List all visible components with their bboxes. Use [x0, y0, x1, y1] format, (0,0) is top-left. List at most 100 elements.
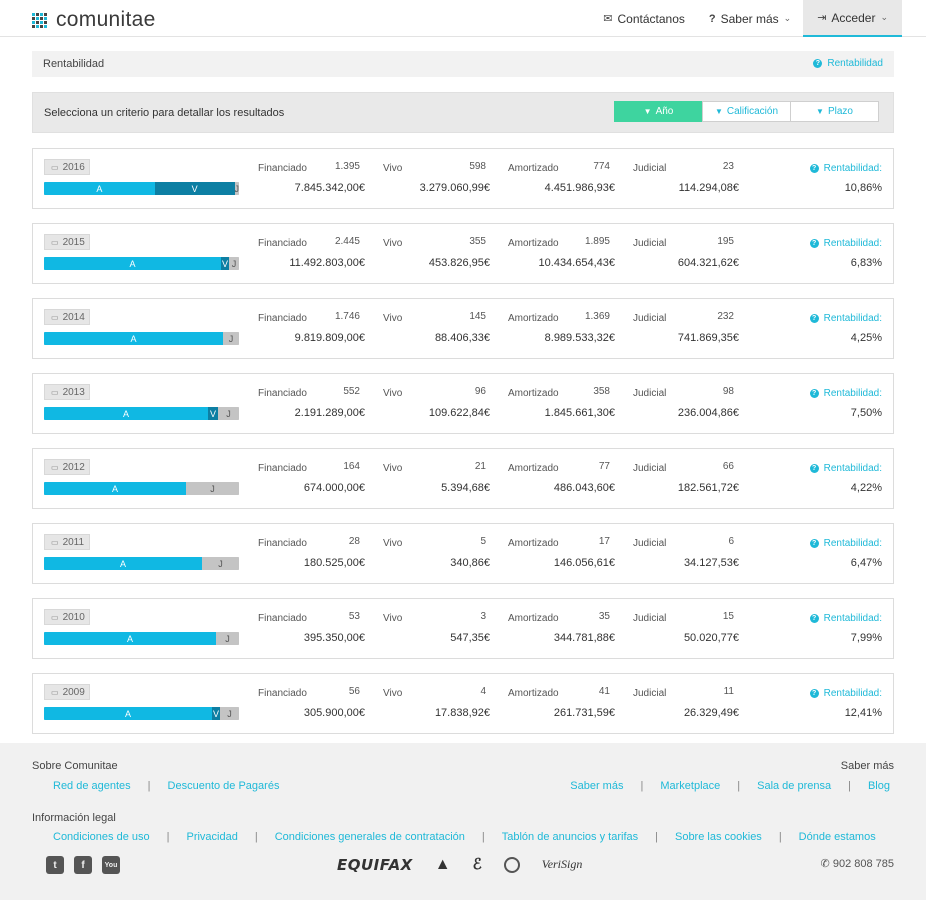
question-circle-icon: ? [809, 389, 819, 398]
footer-link-blog[interactable]: Blog [868, 780, 890, 792]
status-bar: AVJ [44, 707, 239, 720]
year-label: 2012 [62, 461, 85, 473]
criteria-plazo-button[interactable]: ▼ Plazo [790, 101, 879, 122]
rentabilidad-value: 12,41% [844, 707, 882, 719]
footer-legal-links: Condiciones de uso | Privacidad | Condic… [53, 831, 876, 843]
amortizado-amount: 486.043,60€ [553, 482, 615, 494]
footer-link-marketplace[interactable]: Marketplace [660, 780, 720, 792]
rentabilidad-link[interactable]: ? Rentabilidad: [809, 388, 882, 399]
status-bar: AVJ [44, 182, 239, 195]
footer-saber-links: Saber más | Marketplace | Sala de prensa… [570, 780, 890, 792]
rentabilidad-link[interactable]: ? Rentabilidad: [809, 313, 882, 324]
nav-contactanos[interactable]: ✉ Contáctanos [591, 0, 697, 37]
bar-segment-vivo: V [154, 182, 235, 195]
rentabilidad-link[interactable]: ? Rentabilidad: [809, 613, 882, 624]
footer-legal-heading: Información legal [32, 812, 116, 824]
year-card[interactable]: ▭ 2013 A V J Financiado 552 2.191.289,00€ Vivo 96… [32, 373, 894, 434]
footer-link-descuento-pagares[interactable]: Descuento de Pagarés [168, 780, 280, 792]
financiado-amount: 2.191.289,00€ [294, 407, 365, 419]
financiado-count: 56 [348, 686, 360, 697]
vivo-amount: 340,86€ [450, 557, 490, 569]
comunitae-logo[interactable]: comunitae [32, 8, 156, 32]
criteria-ano-button[interactable]: ▼ Año [614, 101, 703, 122]
vivo-label: Vivo [383, 463, 403, 474]
rentabilidad-value: 4,22% [850, 482, 882, 494]
question-circle-icon: ? [809, 464, 819, 473]
vivo-label: Vivo [383, 163, 403, 174]
year-tag: ▭ 2011 [44, 534, 90, 550]
nav-saber-mas[interactable]: ? Saber más ⌄ [697, 0, 803, 37]
rentabilidad-link[interactable]: ? Rentabilidad: [809, 463, 882, 474]
judicial-label: Judicial [633, 313, 667, 324]
nav-acceder[interactable]: ⇥ Acceder ⌄ [803, 0, 902, 37]
judicial-label: Judicial [633, 688, 667, 699]
footer-link-donde-estamos[interactable]: Dónde estamos [799, 831, 876, 843]
triangle-logo-icon: ▲ [434, 855, 451, 873]
judicial-count: 66 [722, 461, 734, 472]
sign-in-icon: ⇥ [817, 12, 827, 24]
judicial-label: Judicial [633, 388, 667, 399]
amortizado-count: 35 [598, 611, 610, 622]
year-card[interactable]: ▭ 2010 A J Financiado 53 395.350,00€ Vivo 3 547,3… [32, 598, 894, 659]
amortizado-count: 1.369 [584, 311, 610, 322]
year-card[interactable]: ▭ 2015 A V J Financiado 2.445 11.492.803,00€ Viv… [32, 223, 894, 284]
year-card[interactable]: ▭ 2011 A J Financiado 28 180.525,00€ Vivo 5 340,8… [32, 523, 894, 584]
financiado-count: 552 [343, 386, 360, 397]
criteria-segmented-control: ▼ Año ▼ Calificación ▼ Plazo [614, 101, 879, 122]
rentabilidad-value: 4,25% [850, 332, 882, 344]
vivo-label: Vivo [383, 238, 403, 249]
bar-segment-amortizado: A [44, 407, 208, 420]
vivo-amount: 3.279.060,99€ [419, 182, 490, 194]
amortizado-amount: 1.845.661,30€ [544, 407, 615, 419]
calendar-icon: ▭ [51, 687, 59, 697]
rentabilidad-link[interactable]: ? Rentabilidad: [809, 238, 882, 249]
year-card[interactable]: ▭ 2014 A J Financiado 1.746 9.819.809,00€ Vivo 1… [32, 298, 894, 359]
year-tag: ▭ 2015 [44, 234, 90, 250]
rentabilidad-help-link[interactable]: ? Rentabilidad [813, 58, 883, 69]
rentabilidad-link[interactable]: ? Rentabilidad: [809, 538, 882, 549]
rentabilidad-label: Rentabilidad: [823, 238, 882, 249]
year-card[interactable]: ▭ 2009 A V J Financiado 56 305.900,00€ Vivo 4 17.8… [32, 673, 894, 734]
equifax-logo: EQUIFAX [337, 855, 413, 874]
status-bar: AVJ [44, 407, 239, 420]
footer-link-condiciones-uso[interactable]: Condiciones de uso [53, 831, 150, 843]
amortizado-label: Amortizado [508, 463, 559, 474]
year-card[interactable]: ▭ 2012 A J Financiado 164 674.000,00€ Vivo 21 5.3… [32, 448, 894, 509]
criteria-calificacion-button[interactable]: ▼ Calificación [702, 101, 791, 122]
e-seal-logo-icon: ℰ [472, 857, 482, 873]
amortizado-label: Amortizado [508, 613, 559, 624]
footer-link-condiciones-contratacion[interactable]: Condiciones generales de contratación [275, 831, 465, 843]
youtube-icon[interactable]: You [102, 856, 120, 874]
vivo-label: Vivo [383, 388, 403, 399]
criteria-bar: Selecciona un criterio para detallar los… [32, 92, 894, 133]
footer-link-tablon-anuncios[interactable]: Tablón de anuncios y tarifas [502, 831, 638, 843]
vivo-amount: 453.826,95€ [428, 257, 490, 269]
footer-link-red-agentes[interactable]: Red de agentes [53, 780, 131, 792]
footer-link-privacidad[interactable]: Privacidad [186, 831, 237, 843]
rentabilidad-value: 7,50% [850, 407, 882, 419]
bar-segment-vivo: V [208, 407, 218, 420]
footer-link-sala-prensa[interactable]: Sala de prensa [757, 780, 831, 792]
year-tag: ▭ 2009 [44, 684, 90, 700]
rentabilidad-link[interactable]: ? Rentabilidad: [809, 688, 882, 699]
financiado-label: Financiado [258, 313, 307, 324]
footer-link-cookies[interactable]: Sobre las cookies [675, 831, 762, 843]
financiado-label: Financiado [258, 388, 307, 399]
facebook-icon[interactable]: f [74, 856, 92, 874]
year-label: 2016 [62, 161, 85, 173]
twitter-icon[interactable]: t [46, 856, 64, 874]
judicial-amount: 34.127,53€ [683, 557, 739, 569]
financiado-label: Financiado [258, 538, 307, 549]
judicial-label: Judicial [633, 538, 667, 549]
phone-contact: ✆ 902 808 785 [821, 857, 894, 870]
vivo-count: 4 [480, 686, 486, 697]
judicial-count: 98 [722, 386, 734, 397]
amortizado-amount: 8.989.533,32€ [544, 332, 615, 344]
year-tag: ▭ 2013 [44, 384, 90, 400]
rentabilidad-link[interactable]: ? Rentabilidad: [809, 163, 882, 174]
rentabilidad-value: 7,99% [850, 632, 882, 644]
footer-link-saber-mas[interactable]: Saber más [570, 780, 623, 792]
year-card[interactable]: ▭ 2016 A V J Financiado 1.395 7.845.342,00€ Vivo… [32, 148, 894, 209]
question-circle-icon: ? [809, 539, 819, 548]
year-tag: ▭ 2010 [44, 609, 90, 625]
